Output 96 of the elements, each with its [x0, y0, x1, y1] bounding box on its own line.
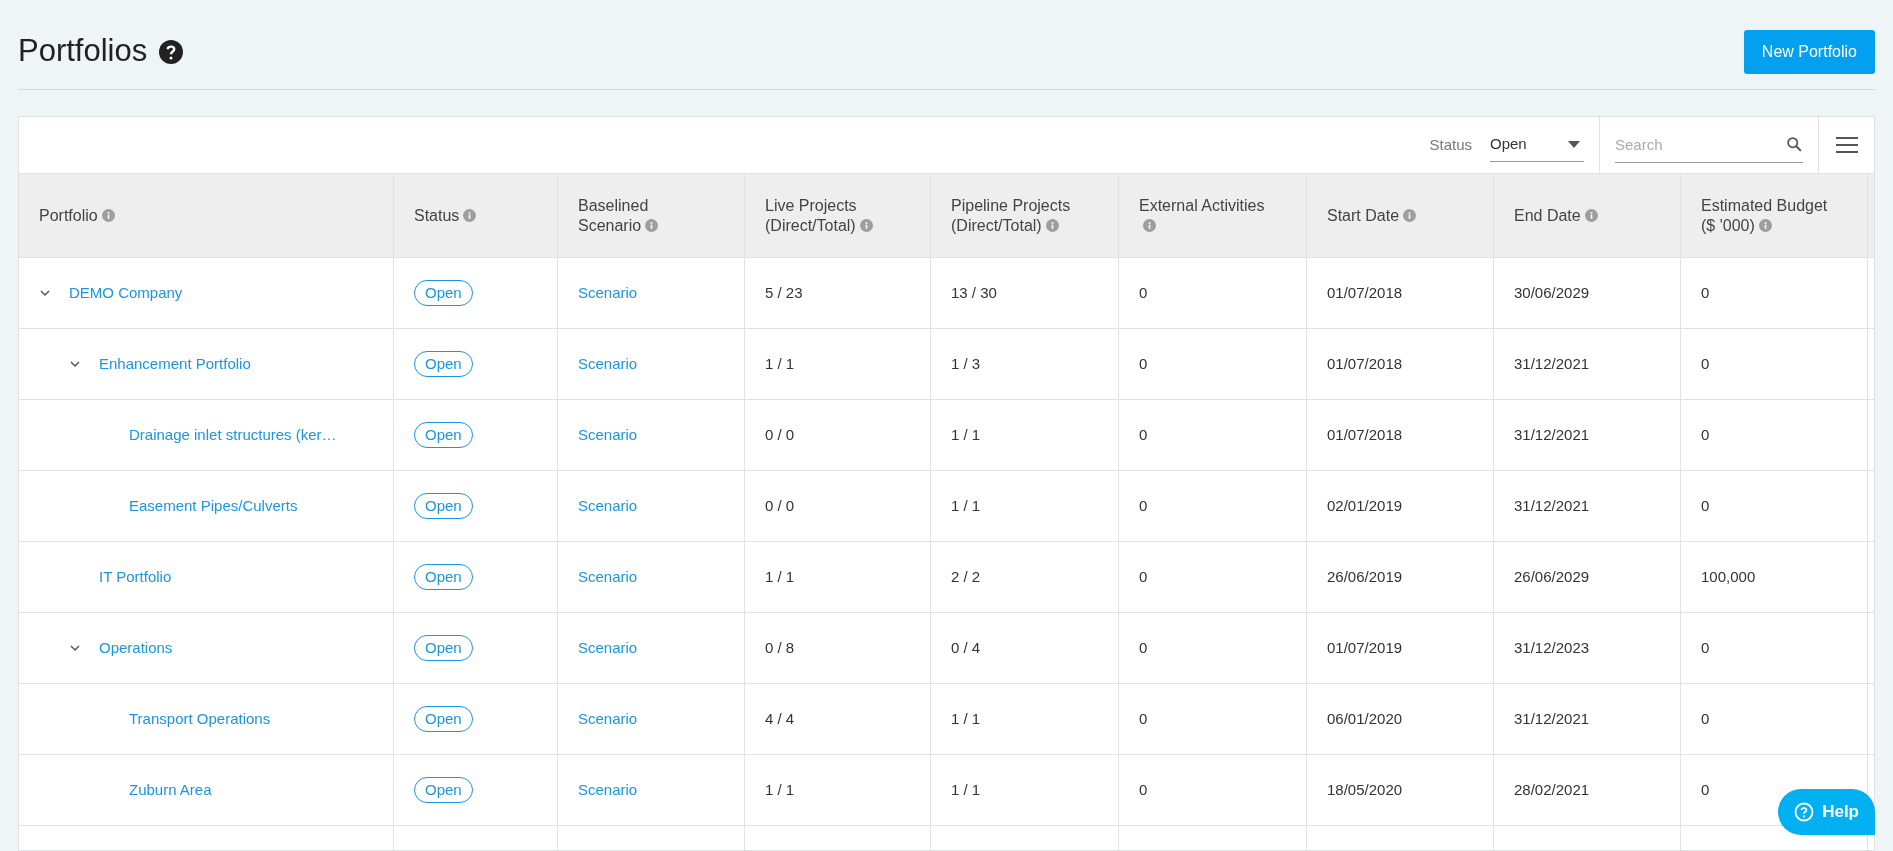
help-button[interactable]: Help — [1778, 789, 1875, 835]
chevron-icon[interactable] — [39, 287, 51, 299]
portfolio-link[interactable]: Transport Operations — [129, 707, 271, 731]
column-header[interactable]: Portfolio — [39, 205, 115, 226]
table-cell-text: 1 / 1 — [951, 495, 981, 516]
table-cell-text: 26/06/2029 — [1514, 566, 1590, 587]
scenario-link[interactable]: Scenario — [578, 707, 638, 731]
column-header[interactable]: Start Date — [1327, 205, 1417, 226]
info-icon — [1143, 218, 1156, 232]
scenario-link[interactable]: Scenario — [578, 565, 638, 589]
table-cell-text: 0 / 0 — [765, 424, 795, 445]
table-cell-text: 0 — [1139, 566, 1148, 587]
question-icon — [1794, 802, 1815, 822]
info-icon — [859, 218, 873, 232]
scenario-link[interactable]: Scenario — [578, 494, 638, 518]
table-cell-text: 01/07/2019 — [1327, 637, 1403, 658]
table-cell-text: 2 / 2 — [951, 566, 981, 587]
table-cell-text: 1 / 3 — [951, 353, 981, 374]
table-cell-text: 13 / 30 — [951, 282, 997, 303]
table-cell-text: 1 / 1 — [765, 353, 795, 374]
table-cell-text: 31/12/2023 — [1514, 637, 1590, 658]
table-cell-text: 0 — [1139, 495, 1148, 516]
table-cell-text: 26/06/2019 — [1327, 566, 1403, 587]
table-cell-text: 0 — [1139, 708, 1148, 729]
scenario-link[interactable]: Scenario — [578, 281, 638, 305]
table-cell-text: 01/07/2018 — [1327, 353, 1403, 374]
column-header[interactable]: Live Projects (Direct/Total) — [765, 195, 893, 236]
table-cell-text: 0 / 8 — [765, 637, 795, 658]
table-cell-text: 0 — [1701, 779, 1710, 800]
table-cell-text: 28/02/2021 — [1514, 779, 1590, 800]
table-cell-text: 0 — [1701, 637, 1710, 658]
chevron-icon[interactable] — [69, 358, 81, 370]
table-cell-text: 02/01/2019 — [1327, 495, 1403, 516]
column-header[interactable]: Estimated Budget ($ '000) — [1701, 195, 1829, 236]
column-header[interactable]: Pipeline Projects (Direct/Total) — [951, 195, 1079, 236]
table-cell-text: 0 — [1701, 708, 1710, 729]
table-cell-text: 0 — [1139, 282, 1148, 303]
dropdown-caret-icon — [1568, 141, 1580, 148]
status-dropdown[interactable]: Open — [1490, 128, 1584, 162]
info-icon — [463, 208, 477, 222]
table-cell-text: 0 — [1139, 637, 1148, 658]
table-cell-text: 0 — [1701, 353, 1710, 374]
table-cell-text: 4 / 4 — [765, 708, 795, 729]
table-cell-text: 5 / 23 — [765, 282, 803, 303]
portfolio-link[interactable]: Enhancement Portfolio — [99, 352, 251, 376]
menu-icon[interactable] — [1835, 137, 1858, 153]
search-icon[interactable] — [1786, 136, 1803, 153]
portfolio-link[interactable]: Operations — [99, 636, 173, 660]
column-header[interactable]: External Activities — [1139, 195, 1267, 236]
search-field[interactable]: Search — [1615, 127, 1786, 162]
status-filter-label: Status — [1429, 134, 1472, 155]
info-icon — [645, 218, 659, 232]
column-header[interactable]: Baselined Scenario — [578, 195, 706, 236]
table-cell-text: 1 / 1 — [765, 779, 795, 800]
table-cell-text: 01/07/2018 — [1327, 282, 1403, 303]
table-cell-text: 31/12/2021 — [1514, 708, 1590, 729]
scenario-link[interactable]: Scenario — [578, 778, 638, 802]
chevron-icon[interactable] — [69, 642, 81, 654]
info-icon — [1584, 208, 1598, 222]
column-header[interactable]: Status — [414, 205, 477, 226]
info-icon — [1758, 218, 1772, 232]
table-cell-text: 1 / 1 — [951, 424, 981, 445]
table-cell-text: 31/12/2021 — [1514, 424, 1590, 445]
help-icon[interactable] — [159, 39, 184, 64]
new-portfolio-button[interactable]: New Portfolio — [1743, 29, 1875, 74]
portfolio-link[interactable]: Easement Pipes/Culverts — [129, 494, 298, 518]
table-cell-text: 0 — [1701, 424, 1710, 445]
scenario-link[interactable]: Scenario — [578, 636, 638, 660]
scenario-link[interactable]: Scenario — [578, 423, 638, 447]
info-icon — [101, 208, 115, 222]
portfolio-link[interactable]: Zuburn Area — [129, 778, 212, 802]
table-cell-text: 31/12/2021 — [1514, 353, 1590, 374]
info-icon — [1403, 208, 1417, 222]
info-icon — [1045, 218, 1059, 232]
table-cell-text: 1 / 1 — [951, 708, 981, 729]
table-cell-text: 18/05/2020 — [1327, 779, 1403, 800]
portfolio-link[interactable]: IT Portfolio — [99, 565, 172, 589]
table-cell-text: 0 — [1139, 779, 1148, 800]
table-cell-text: 1 / 1 — [765, 566, 795, 587]
table-cell-text: 1 / 1 — [951, 779, 981, 800]
column-header[interactable]: End Date — [1514, 205, 1598, 226]
page-title: Portfolios — [18, 32, 148, 71]
table-cell-text: 31/12/2021 — [1514, 495, 1590, 516]
table-cell-text: 0 — [1701, 495, 1710, 516]
table-cell-text: 0 — [1139, 353, 1148, 374]
table-cell-text: 06/01/2020 — [1327, 708, 1403, 729]
table-cell-text: 30/06/2029 — [1514, 282, 1590, 303]
scenario-link[interactable]: Scenario — [578, 352, 638, 376]
portfolio-link[interactable]: DEMO Company — [69, 281, 183, 305]
table-cell-text: 100,000 — [1701, 566, 1756, 587]
table-cell-text: 0 / 4 — [951, 637, 981, 658]
table-cell-text: 01/07/2018 — [1327, 424, 1403, 445]
table-cell-text: 0 — [1139, 424, 1148, 445]
table-cell-text: 0 / 0 — [765, 495, 795, 516]
portfolio-link[interactable]: Drainage inlet structures (ker… — [129, 423, 337, 447]
table-cell-text: 0 — [1701, 282, 1710, 303]
